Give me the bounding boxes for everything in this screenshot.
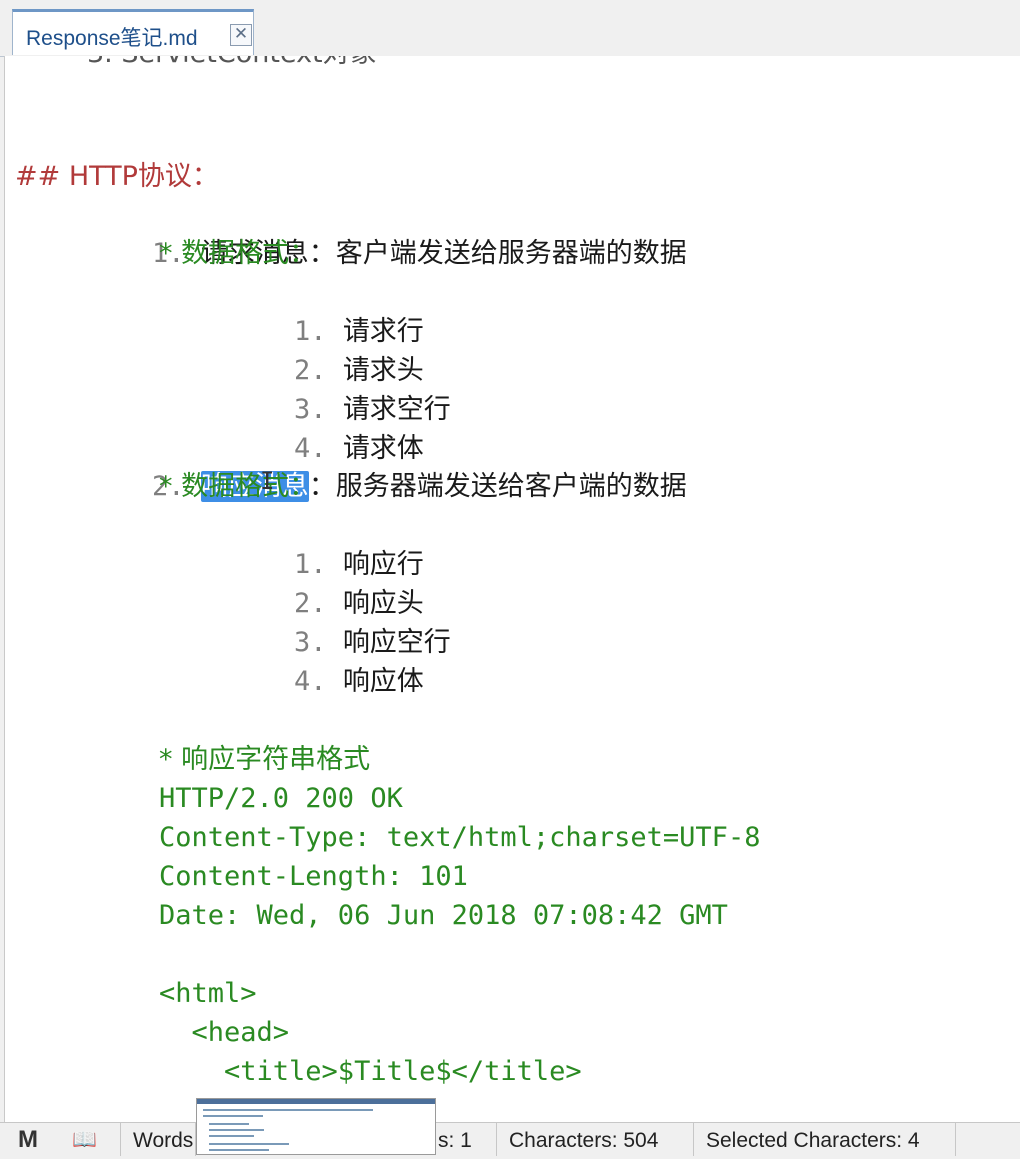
- list-item: 2. 响应头: [294, 588, 424, 619]
- list-item: 4. 请求体: [294, 433, 424, 464]
- list-item: 1. 响应行: [294, 549, 424, 580]
- thumbnail-line: [203, 1115, 263, 1117]
- selected-characters-count: Selected Characters: 4: [694, 1123, 956, 1156]
- bullet-response-string-format: * 响应字符串格式: [159, 744, 371, 775]
- close-icon[interactable]: ✕: [230, 24, 252, 46]
- lines-count: s: 1: [436, 1123, 497, 1156]
- thumbnail-line: [209, 1123, 249, 1125]
- code-line: <head>: [159, 1017, 290, 1048]
- code-line: <title>$Title$</title>: [159, 1056, 582, 1087]
- list-item: 4. 响应体: [294, 666, 424, 697]
- tab-title: Response笔记.md: [26, 27, 198, 50]
- thumbnail-line: [209, 1129, 264, 1131]
- list-item: 2. 请求头: [294, 355, 424, 386]
- code-line: HTTP/2.0 200 OK: [159, 783, 403, 814]
- status-bar: M 📖 Words s: 1 Characters: 504 Selected …: [0, 1122, 1020, 1156]
- code-line: Date: Wed, 06 Jun 2018 07:08:42 GMT: [159, 900, 728, 931]
- list-item-request: 1. 请求消息：客户端发送给服务器端的数据: [152, 238, 687, 269]
- words-count: Words: [120, 1123, 196, 1156]
- list-item-response: 2. 响应消息：服务器端发送给客户端的数据: [152, 471, 687, 502]
- markdown-editor[interactable]: 3. ServletContext对象 ## HTTP协议： 1. 请求消息：客…: [4, 56, 1020, 1122]
- bullet-data-format-response: * 数据格式：: [159, 471, 317, 502]
- tab-bar: Response笔记.md ✕: [0, 0, 1020, 57]
- thumbnail-titlebar: [197, 1099, 435, 1104]
- code-line: <html>: [159, 978, 257, 1009]
- text-cursor-icon: I: [260, 467, 275, 495]
- book-preview-icon[interactable]: 📖: [72, 1127, 97, 1153]
- heading-http-protocol: ## HTTP协议：: [15, 161, 219, 192]
- partial-line: 3. ServletContext对象: [87, 56, 377, 73]
- list-item: 3. 请求空行: [294, 394, 451, 425]
- list-item: 3. 响应空行: [294, 627, 451, 658]
- markdown-icon[interactable]: M: [18, 1127, 38, 1153]
- thumbnail-line: [203, 1109, 373, 1111]
- characters-count: Characters: 504: [497, 1123, 694, 1156]
- list-item: 1. 请求行: [294, 316, 424, 347]
- window-thumbnail-preview[interactable]: [196, 1098, 436, 1155]
- thumbnail-line: [209, 1143, 289, 1145]
- code-line: Content-Type: text/html;charset=UTF-8: [159, 822, 761, 853]
- thumbnail-line: [209, 1135, 254, 1137]
- thumbnail-line: [209, 1149, 269, 1151]
- bullet-data-format-request: * 数据格式：: [159, 238, 317, 269]
- code-line: Content-Length: 101: [159, 861, 468, 892]
- tab-response-notes[interactable]: Response笔记.md ✕: [12, 9, 254, 55]
